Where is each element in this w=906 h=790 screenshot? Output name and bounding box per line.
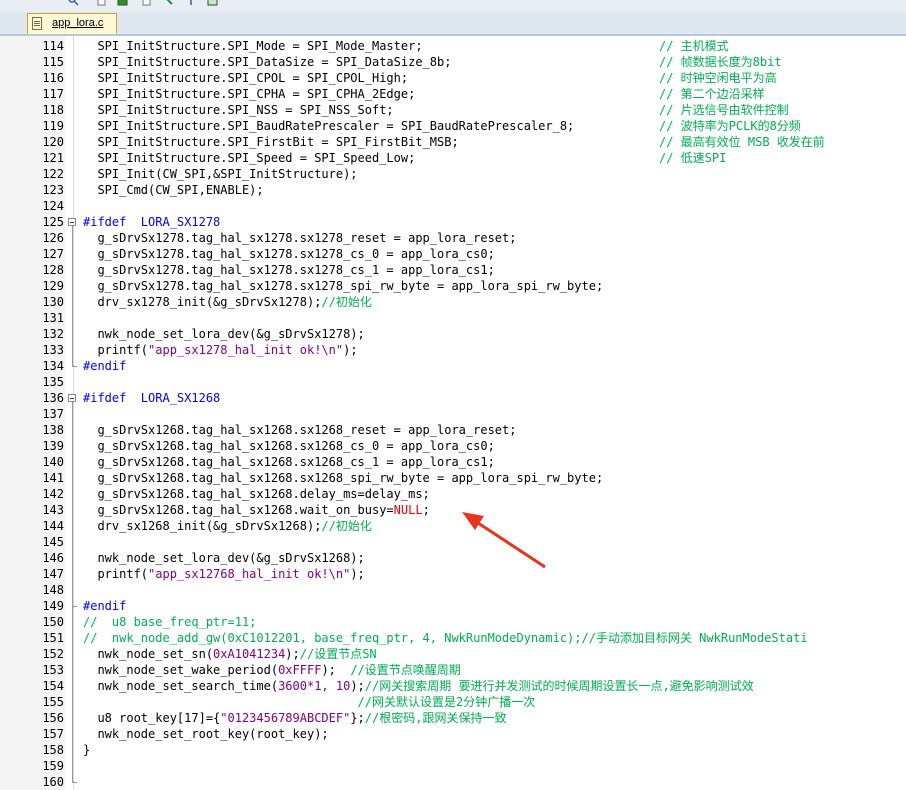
bookmark-icon[interactable] — [117, 0, 128, 6]
page-icon[interactable] — [96, 0, 107, 6]
toolbar — [0, 0, 906, 12]
find-icon[interactable] — [68, 0, 79, 6]
code-editor[interactable]: 114 SPI_InitStructure.SPI_Mode = SPI_Mod… — [0, 36, 906, 790]
tab-app-lora-c[interactable]: app_lora.c — [27, 13, 117, 34]
tab-bar: app_lora.c — [0, 12, 906, 36]
c-file-icon — [32, 17, 42, 30]
tab-label: app_lora.c — [52, 17, 104, 29]
window-icon[interactable] — [207, 0, 218, 6]
wrench-icon[interactable] — [163, 0, 174, 6]
settings-icon[interactable] — [186, 0, 197, 6]
down-icon[interactable] — [141, 0, 152, 6]
red-arrow-icon — [462, 512, 546, 569]
